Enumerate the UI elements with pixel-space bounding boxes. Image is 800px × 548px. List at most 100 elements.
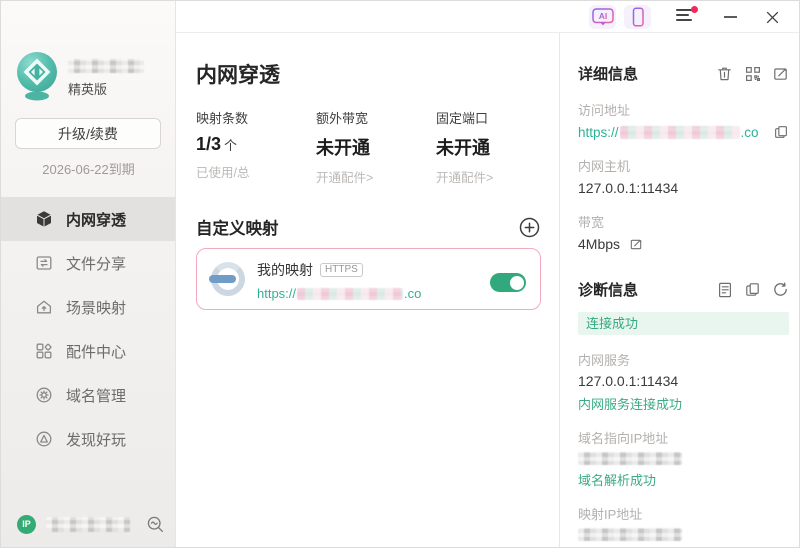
diag-label: 映射IP地址 — [578, 504, 789, 523]
detail-title: 详细信息 — [578, 63, 716, 84]
mapping-ip-blurred — [578, 528, 682, 541]
copy-log-icon[interactable] — [744, 281, 761, 298]
access-address-row: https:// .co — [578, 124, 789, 140]
stat-label: 固定端口 — [436, 108, 554, 127]
sidebar-item-scene-mapping[interactable]: 场景映射 — [1, 285, 175, 329]
phone-icon — [625, 6, 651, 29]
section-title: 自定义映射 — [196, 215, 519, 239]
stat-mapping-count: 映射条数 1/3个 已使用/总 — [196, 108, 314, 186]
bandwidth-label: 带宽 — [578, 212, 789, 231]
ai-icon: AI — [590, 6, 616, 29]
main-menu-button[interactable] — [676, 9, 696, 25]
close-button[interactable] — [764, 9, 781, 26]
mapping-card[interactable]: 我的映射 HTTPS https:// .co — [196, 248, 541, 310]
diagnosis-title: 诊断信息 — [578, 279, 716, 300]
stat-value: 未开通 — [436, 134, 554, 160]
diag-result: 内网服务连接成功 — [578, 394, 789, 413]
mapping-enabled-toggle[interactable] — [490, 273, 526, 292]
detail-panel: 详细信息 访问地址 https:// .c — [559, 33, 799, 547]
copy-icon[interactable] — [773, 124, 789, 140]
ai-assistant-button[interactable]: AI — [589, 5, 616, 29]
bandwidth-value: 4Mbps — [578, 236, 620, 252]
blocks-icon — [35, 342, 53, 360]
sidebar-item-label: 文件分享 — [66, 253, 126, 274]
browser-icon — [211, 262, 245, 296]
stat-sub: 已使用/总 — [196, 162, 314, 181]
url-suffix: .co — [741, 125, 759, 140]
diagnosis-header: 诊断信息 — [578, 279, 789, 300]
diag-result: 域名解析成功 — [578, 470, 789, 489]
sidebar-item-addons-center[interactable]: 配件中心 — [1, 329, 175, 373]
delete-icon[interactable] — [716, 65, 733, 82]
mapping-url[interactable]: https:// .co — [257, 286, 421, 301]
stat-unit: 个 — [224, 138, 237, 153]
stat-label: 映射条数 — [196, 108, 314, 127]
sidebar-item-domain-management[interactable]: 域名管理 — [1, 373, 175, 417]
sidebar-menu: 内网穿透 文件分享 场景映射 — [1, 197, 175, 461]
sidebar-item-label: 内网穿透 — [66, 209, 126, 230]
edition-label: 精英版 — [68, 79, 144, 98]
sidebar-footer: IP — [17, 514, 165, 534]
stat-fixed-port: 固定端口 未开通 开通配件> — [436, 108, 554, 186]
stat-value: 未开通 — [316, 134, 434, 160]
connection-status-banner: 连接成功 — [578, 312, 789, 335]
app-window: 精英版 升级/续费 2026-06-22到期 内网穿透 文件分享 — [0, 0, 800, 548]
file-share-icon — [35, 254, 53, 272]
page-title: 内网穿透 — [196, 59, 559, 89]
diag-label: 内网服务 — [578, 350, 789, 369]
mobile-app-button[interactable] — [624, 5, 651, 29]
diagnosis-item-service: 内网服务 127.0.0.1:11434 内网服务连接成功 — [578, 350, 789, 413]
gear-circle-icon — [35, 386, 53, 404]
cube-icon — [35, 210, 53, 228]
refresh-icon[interactable] — [772, 281, 789, 298]
sidebar-item-file-share[interactable]: 文件分享 — [1, 241, 175, 285]
house-arrow-icon — [35, 298, 53, 316]
detail-header: 详细信息 — [578, 63, 789, 84]
close-icon — [767, 12, 778, 23]
mapping-name: 我的映射 — [257, 260, 313, 280]
minimize-button[interactable] — [724, 7, 738, 27]
url-suffix: .co — [404, 286, 421, 301]
sidebar-item-discover[interactable]: 发现好玩 — [1, 417, 175, 461]
url-prefix: https:// — [578, 125, 619, 140]
qr-code-icon[interactable] — [744, 65, 761, 82]
notification-dot — [691, 6, 698, 13]
intranet-host-label: 内网主机 — [578, 156, 789, 175]
sidebar: 精英版 升级/续费 2026-06-22到期 内网穿透 文件分享 — [1, 1, 176, 547]
stat-sub-link[interactable]: 开通配件> — [316, 167, 434, 186]
sidebar-item-intranet-tunnel[interactable]: 内网穿透 — [1, 197, 175, 241]
diag-label: 域名指向IP地址 — [578, 428, 789, 447]
bandwidth-row: 4Mbps — [578, 236, 789, 252]
stat-extra-bandwidth: 额外带宽 未开通 开通配件> — [316, 108, 434, 186]
network-diagnose-icon[interactable] — [146, 515, 165, 534]
sidebar-item-label: 域名管理 — [66, 385, 126, 406]
report-icon[interactable] — [716, 281, 733, 298]
sidebar-item-label: 发现好玩 — [66, 429, 126, 450]
upgrade-renew-button[interactable]: 升级/续费 — [15, 118, 161, 149]
custom-mapping-header: 自定义映射 — [196, 215, 540, 239]
app-logo-icon — [15, 51, 59, 101]
minimize-icon — [724, 16, 737, 18]
diagnosis-item-mapping: 映射IP地址 映射连接成功 — [578, 504, 789, 548]
ip-badge: IP — [17, 515, 36, 534]
domain-ip-blurred — [578, 452, 682, 465]
stat-sub-link[interactable]: 开通配件> — [436, 167, 554, 186]
edit-bandwidth-icon[interactable] — [629, 237, 643, 251]
expiry-date: 2026-06-22到期 — [1, 159, 176, 178]
stat-label: 额外带宽 — [316, 108, 434, 127]
account-name-blurred — [68, 59, 144, 73]
compass-a-icon — [35, 430, 53, 448]
intranet-host-value: 127.0.0.1:11434 — [578, 180, 789, 196]
protocol-tag: HTTPS — [320, 263, 363, 277]
main-content: 内网穿透 映射条数 1/3个 已使用/总 额外带宽 未开通 开通配件> 固定端口… — [177, 33, 559, 547]
access-url-blurred — [620, 126, 740, 139]
stats-row: 映射条数 1/3个 已使用/总 额外带宽 未开通 开通配件> 固定端口 未开通 … — [196, 108, 559, 186]
stat-value: 1/3 — [196, 134, 221, 154]
mapping-info: 我的映射 HTTPS https:// .co — [257, 260, 421, 301]
access-address-label: 访问地址 — [578, 100, 789, 119]
ai-icon-label: AI — [598, 11, 607, 21]
title-bar: AI — [176, 1, 799, 33]
add-mapping-button[interactable] — [519, 217, 540, 238]
diag-value: 127.0.0.1:11434 — [578, 373, 789, 389]
edit-icon[interactable] — [772, 65, 789, 82]
